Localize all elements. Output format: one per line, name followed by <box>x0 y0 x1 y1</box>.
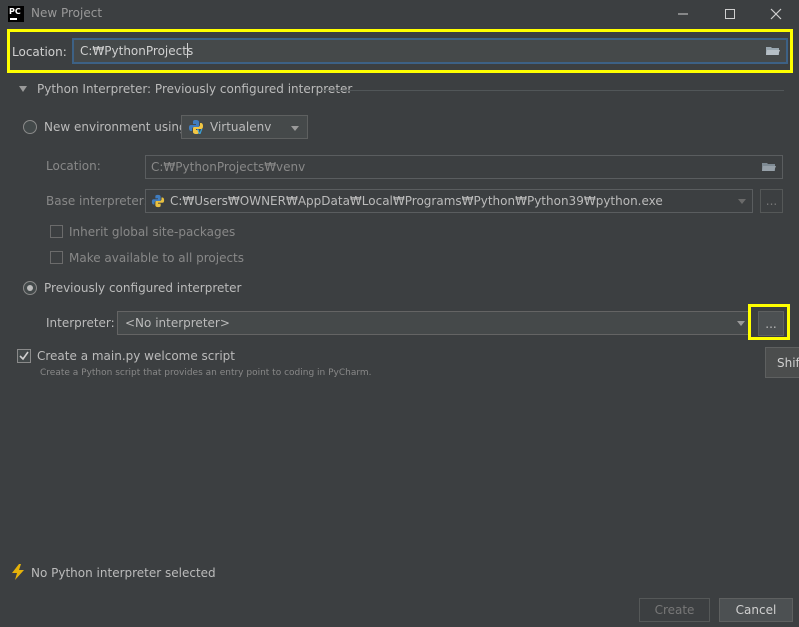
venv-location-value: C:₩PythonProjects₩venv <box>151 160 306 174</box>
cancel-button-label: Cancel <box>735 603 777 617</box>
base-interpreter-value: C:₩Users₩OWNER₩AppData₩Local₩Programs₩Py… <box>170 194 663 208</box>
maximize-icon <box>725 9 735 19</box>
section-separator <box>322 90 784 91</box>
app-logo-text: PC <box>9 7 21 16</box>
minimize-button[interactable] <box>660 0 706 28</box>
make-available-label: Make available to all projects <box>69 251 245 265</box>
folder-icon <box>762 163 776 171</box>
cancel-button[interactable]: Cancel <box>719 598 793 622</box>
svg-text:V: V <box>197 128 203 135</box>
welcome-script-description: Create a Python script that provides an … <box>40 368 372 378</box>
venv-location-input: C:₩PythonProjects₩venv <box>145 155 783 179</box>
venv-location-label: Location: <box>46 159 101 173</box>
create-button[interactable]: Create <box>639 598 710 622</box>
base-interpreter-label: Base interpreter: <box>46 194 148 208</box>
shortcut-tooltip: Shift <box>765 347 799 378</box>
environment-tool-dropdown[interactable]: V Virtualenv <box>181 115 308 139</box>
location-value: C:₩PythonProjects <box>80 44 194 58</box>
inherit-site-packages-label: Inherit global site-packages <box>69 225 236 239</box>
new-environment-radio[interactable] <box>23 120 37 134</box>
base-interpreter-dropdown: C:₩Users₩OWNER₩AppData₩Local₩Programs₩Py… <box>145 189 753 213</box>
collapse-arrow-icon[interactable] <box>19 86 27 92</box>
location-input[interactable]: C:₩PythonProjects <box>72 38 788 64</box>
status-message: No Python interpreter selected <box>31 566 216 580</box>
interpreter-section-title[interactable]: Python Interpreter: Previously configure… <box>37 82 352 96</box>
text-cursor <box>187 43 188 58</box>
browse-ellipsis: ... <box>765 316 777 331</box>
welcome-script-label[interactable]: Create a main.py welcome script <box>37 349 235 363</box>
interpreter-browse-button[interactable]: ... <box>758 311 784 336</box>
close-icon <box>770 8 782 20</box>
location-label: Location: <box>12 45 67 59</box>
chevron-down-icon <box>737 321 745 326</box>
browse-ellipsis: ... <box>765 194 778 208</box>
lightning-icon <box>12 564 24 580</box>
base-interpreter-browse-button: ... <box>760 189 783 213</box>
chevron-down-icon <box>738 199 746 204</box>
chevron-down-icon <box>291 126 299 131</box>
inherit-site-packages-checkbox <box>50 225 63 238</box>
python-icon <box>151 194 165 208</box>
tooltip-text: Shift <box>777 356 799 370</box>
welcome-script-checkbox[interactable] <box>17 349 31 363</box>
previously-configured-label[interactable]: Previously configured interpreter <box>44 281 241 295</box>
interpreter-label: Interpreter: <box>46 316 115 330</box>
environment-tool-value: Virtualenv <box>210 120 272 134</box>
folder-icon[interactable] <box>766 46 780 56</box>
previously-configured-radio[interactable] <box>23 281 37 295</box>
new-environment-label[interactable]: New environment using <box>44 120 187 134</box>
window-title: New Project <box>31 6 103 20</box>
virtualenv-icon: V <box>189 120 203 135</box>
interpreter-value: <No interpreter> <box>125 316 230 330</box>
checkmark-icon <box>19 351 29 361</box>
interpreter-dropdown[interactable]: <No interpreter> <box>117 311 751 335</box>
minimize-icon <box>678 13 688 15</box>
create-button-label: Create <box>654 603 695 617</box>
pycharm-logo-icon: PC <box>8 6 24 22</box>
title-bar: PC New Project <box>0 0 799 28</box>
make-available-checkbox <box>50 251 63 264</box>
close-button[interactable] <box>753 0 799 28</box>
maximize-button[interactable] <box>707 0 753 28</box>
